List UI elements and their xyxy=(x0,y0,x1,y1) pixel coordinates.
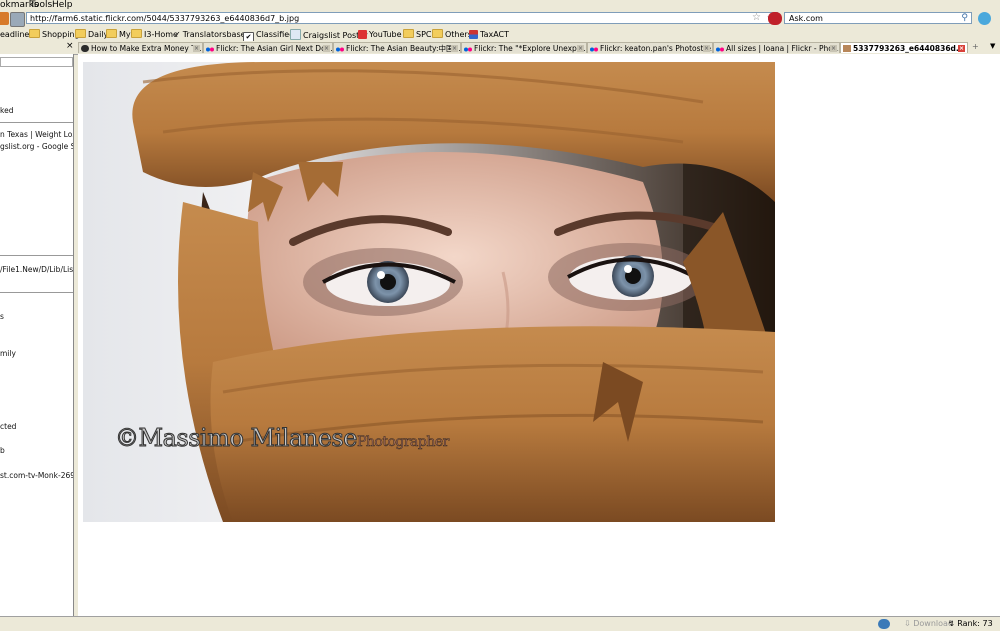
search-input[interactable]: Ask.com ⚲ xyxy=(784,12,972,24)
folder-icon xyxy=(403,29,414,38)
sidebar-item[interactable]: b xyxy=(0,446,5,455)
tab-scroll-icon[interactable]: ▼ xyxy=(990,42,995,50)
status-bar: ⇩ Download ↯ Rank: 73 xyxy=(0,616,1000,631)
tab-close-icon[interactable]: × xyxy=(323,45,330,52)
sidebar-item[interactable]: ked xyxy=(0,106,13,115)
bookmark-i3-home[interactable]: I3-Home xyxy=(131,29,178,40)
bookmark-translatorsbase[interactable]: ✓ Translatorsbase xyxy=(174,29,246,40)
sidebar-search-input[interactable] xyxy=(0,57,73,67)
globe-icon xyxy=(81,45,89,52)
tab-flickr-asian-girl[interactable]: Flickr: The Asian Girl Next Do... × xyxy=(203,42,333,53)
watermark-main: ©Massimo Milanese xyxy=(115,424,358,453)
tab-flickr-keaton[interactable]: Flickr: keaton.pan's Photostre... × xyxy=(587,42,713,53)
sidebar-item[interactable]: n Texas | Weight Lo... xyxy=(0,130,73,139)
rank-status[interactable]: ↯ Rank: 73 xyxy=(948,619,993,628)
tab-close-icon[interactable]: × xyxy=(451,45,458,52)
tab-extra-money[interactable]: How to Make Extra Money Te... × xyxy=(78,42,203,53)
folder-icon xyxy=(432,29,443,38)
sidebar-item[interactable]: gslist.org - Google S... xyxy=(0,142,73,151)
globe-status-icon[interactable] xyxy=(878,619,890,629)
image-icon xyxy=(843,45,851,52)
navigation-bar: http://farm6.static.flickr.com/5044/5337… xyxy=(0,11,1000,27)
search-icon[interactable]: ⚲ xyxy=(961,12,968,24)
bookmark-youtube[interactable]: YouTube xyxy=(358,29,402,40)
flickr-icon xyxy=(336,45,344,52)
skype-icon[interactable] xyxy=(978,12,991,25)
url-bar[interactable]: http://farm6.static.flickr.com/5044/5337… xyxy=(26,12,778,24)
sidebar-item[interactable]: st.com-tv-Monk-269... xyxy=(0,471,73,480)
tab-close-icon[interactable]: × xyxy=(830,45,837,52)
sidebar-divider xyxy=(0,255,73,256)
sidebar-item[interactable]: mily xyxy=(0,349,16,358)
flag-icon xyxy=(469,30,478,39)
portrait-photo xyxy=(83,62,775,522)
bookmark-daily[interactable]: Daily xyxy=(75,29,108,40)
flickr-icon xyxy=(464,45,472,52)
flickr-icon xyxy=(716,45,724,52)
tab-close-icon[interactable]: × xyxy=(193,45,200,52)
site-icon[interactable] xyxy=(10,12,25,27)
tab-list-icon[interactable]: + xyxy=(972,42,979,51)
folder-icon xyxy=(29,29,40,38)
folder-icon xyxy=(131,29,142,38)
bookmark-taxact[interactable]: TaxACT xyxy=(469,29,509,40)
tab-all-sizes[interactable]: All sizes | Ioana | Flickr - Phot... × xyxy=(713,42,840,53)
tab-image-active[interactable]: 5337793263_e6440836d... × xyxy=(840,42,968,53)
sidebar-history: ked n Texas | Weight Lo... gslist.org - … xyxy=(0,54,74,616)
tab-close-icon[interactable]: × xyxy=(577,45,584,52)
watermark-sub: Photographer xyxy=(356,434,450,451)
youtube-icon xyxy=(358,30,367,39)
folder-icon xyxy=(106,29,117,38)
flickr-icon xyxy=(206,45,214,52)
bookmarks-toolbar: eadlines Shopping Daily My I3-Home ✓ Tran… xyxy=(0,27,1000,43)
tab-bar: × How to Make Extra Money Te... × Flickr:… xyxy=(0,41,1000,55)
download-status[interactable]: ⇩ Download xyxy=(904,619,953,628)
menu-bar: okmarks Tools Help xyxy=(0,0,1000,11)
sidebar-item[interactable]: s xyxy=(0,312,4,321)
page-icon xyxy=(290,29,301,40)
rank-icon: ↯ xyxy=(948,619,955,628)
tab-flickr-asian-beauty[interactable]: Flickr: The Asian Beauty:中国... × xyxy=(333,42,461,53)
photographer-watermark: ©Massimo MilanesePhotographer xyxy=(115,424,450,453)
check-icon: ✓ xyxy=(174,30,181,39)
url-text: http://farm6.static.flickr.com/5044/5337… xyxy=(30,14,300,23)
home-icon[interactable] xyxy=(0,12,9,25)
sidebar-divider xyxy=(0,122,73,123)
tab-close-icon[interactable]: × xyxy=(703,45,710,52)
download-icon: ⇩ xyxy=(904,619,911,628)
sidebar-divider xyxy=(0,292,73,293)
bookmark-craigslist-poster[interactable]: Craigslist Poster xyxy=(290,29,368,41)
sidebar-item[interactable]: /File1.New/D/Lib/Lis... xyxy=(0,265,73,274)
bookmark-spc[interactable]: SPC xyxy=(403,29,432,40)
photo-image[interactable]: ©Massimo MilanesePhotographer xyxy=(83,62,775,522)
flickr-icon xyxy=(590,45,598,52)
sidebar-close-icon[interactable]: × xyxy=(66,41,74,51)
search-engine-label: Ask.com xyxy=(789,14,823,23)
ask-engine-icon[interactable] xyxy=(768,12,782,25)
sidebar-item[interactable]: cted xyxy=(0,422,16,431)
menu-tools[interactable]: Tools xyxy=(30,0,52,11)
bookmark-others[interactable]: Others xyxy=(432,29,472,40)
folder-icon xyxy=(75,29,86,38)
menu-help[interactable]: Help xyxy=(52,0,73,11)
bookmark-star-icon[interactable]: ☆ xyxy=(752,12,761,24)
bookmark-my[interactable]: My xyxy=(106,29,131,40)
tab-close-icon[interactable]: × xyxy=(958,45,965,52)
bookmark-shopping[interactable]: Shopping xyxy=(29,29,80,40)
tab-flickr-explore[interactable]: Flickr: The "*Explore Unexplo... × xyxy=(461,42,587,53)
